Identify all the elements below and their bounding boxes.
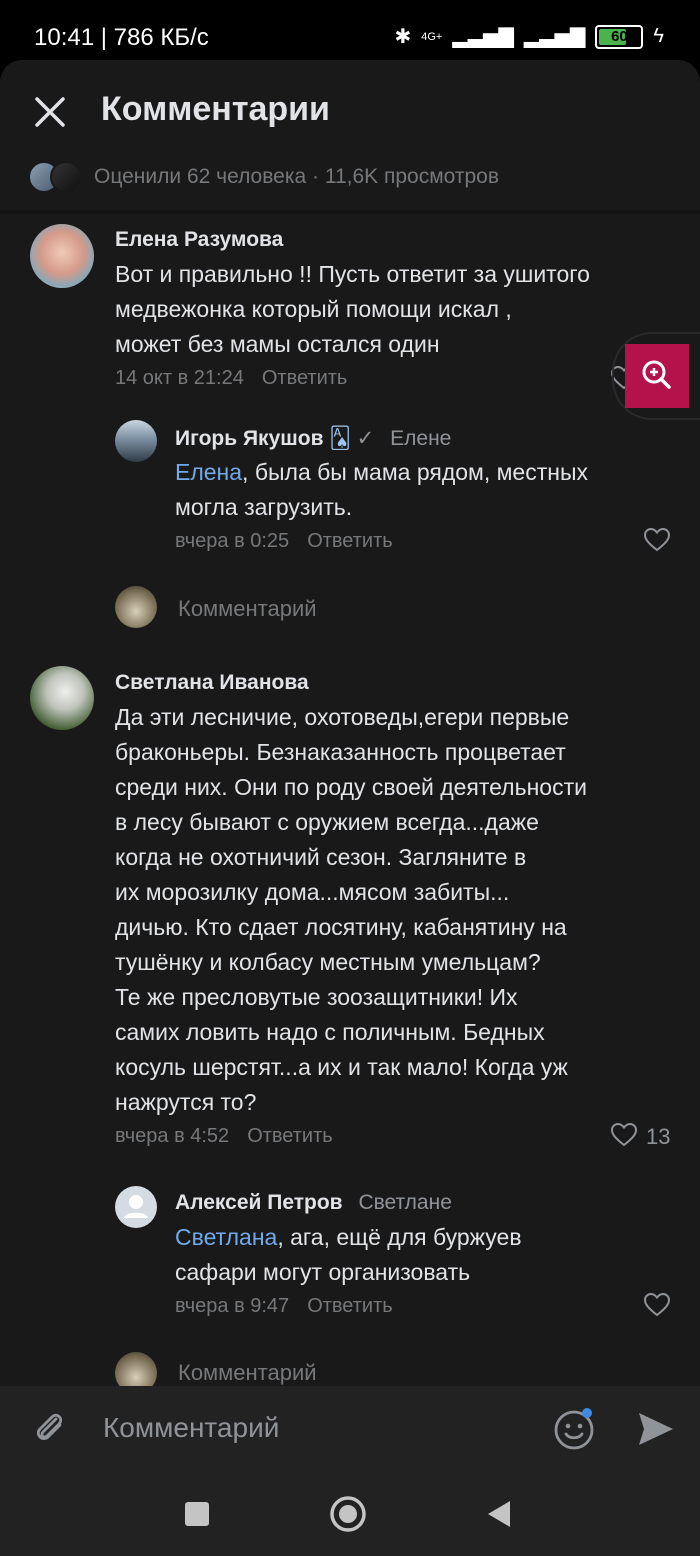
comment-time: 14 окт в 21:24: [115, 367, 244, 389]
signal-icon: ▂▃▅▇: [452, 26, 514, 48]
reply-meta: вчера в 9:47 Ответить: [175, 1295, 393, 1318]
emoji-icon[interactable]: [553, 1407, 597, 1451]
stats-row[interactable]: Оценили 62 человека · 11,6K просмотров: [28, 160, 499, 194]
reply-input-placeholder[interactable]: Комментарий: [178, 596, 317, 622]
reply-button[interactable]: Ответить: [262, 367, 348, 389]
stats-text: Оценили 62 человека · 11,6K просмотров: [94, 165, 499, 188]
avatar[interactable]: [115, 1186, 157, 1228]
like-count: 13: [646, 1124, 671, 1149]
network-label: 4G+: [421, 30, 443, 43]
comment-meta: вчера в 4:52 Ответить: [115, 1125, 333, 1148]
search-zoom-button[interactable]: [625, 344, 689, 408]
avatar[interactable]: [115, 420, 157, 462]
zoom-icon: [642, 360, 671, 389]
status-icons: ✱ 4G+ ▂▃▅▇ ▂▃▅▇ 60 ϟ: [394, 24, 664, 49]
avatar[interactable]: [30, 666, 94, 730]
verified-check-icon: ✓: [356, 427, 375, 450]
comment-input-bar: Комментарий: [0, 1386, 700, 1472]
comment-text: Да эти лесничие, охотоведы,егери первые …: [115, 704, 587, 1115]
reply-to: Светлане: [358, 1191, 452, 1214]
comment-author[interactable]: Светлана Иванова: [115, 671, 309, 695]
comment-input[interactable]: Комментарий: [103, 1412, 279, 1444]
reply-text: Елена, была бы мама рядом, местных могла …: [175, 459, 588, 520]
reply-button[interactable]: Ответить: [247, 1125, 333, 1147]
close-icon[interactable]: [34, 96, 66, 128]
signal-icon-2: ▂▃▅▇: [523, 26, 586, 48]
battery-icon: 60: [595, 24, 644, 49]
comment-meta: 14 окт в 21:24 Ответить: [115, 367, 347, 390]
reply-to: Елене: [390, 427, 452, 450]
divider: [0, 210, 700, 214]
charging-icon: ϟ: [653, 25, 664, 47]
own-avatar: [115, 1352, 157, 1386]
attach-icon[interactable]: [30, 1409, 70, 1449]
reply-time: вчера в 0:25: [175, 530, 290, 552]
back-icon[interactable]: [484, 1499, 514, 1529]
reply-text: Светлана, ага, ещё для буржуев сафари мог…: [175, 1224, 522, 1285]
reply-author[interactable]: Игорь Якушов 🂡 ✓ Елене: [175, 426, 451, 451]
like-icon[interactable]: [644, 528, 670, 552]
status-time: 10:41 | 786 КБ/с: [34, 24, 209, 51]
comment-author[interactable]: Елена Разумова: [115, 228, 283, 252]
cards-icon: 🂡: [329, 427, 351, 450]
reply-input-placeholder[interactable]: Комментарий: [178, 1360, 317, 1386]
mention-link[interactable]: Светлана: [175, 1224, 277, 1250]
reply-button[interactable]: Ответить: [307, 530, 393, 552]
own-avatar: [115, 586, 157, 628]
default-user-icon: [124, 1195, 148, 1218]
reply-time: вчера в 9:47: [175, 1295, 290, 1317]
recent-apps-icon[interactable]: [182, 1499, 212, 1529]
mention-link[interactable]: Елена: [175, 459, 242, 485]
home-icon[interactable]: [328, 1494, 368, 1534]
like-icon[interactable]: [611, 1123, 637, 1147]
liker-avatar: [50, 161, 82, 193]
page-title: Комментарии: [101, 90, 330, 128]
comment-text: Вот и правильно !! Пусть ответит за ушит…: [115, 261, 590, 357]
bluetooth-icon: ✱: [394, 26, 412, 48]
reply-author[interactable]: Алексей Петров Светлане: [175, 1191, 452, 1215]
send-icon[interactable]: [636, 1409, 676, 1449]
reply-button[interactable]: Ответить: [307, 1295, 393, 1317]
comments-sheet: Комментарии Оценили 62 человека · 11,6K …: [0, 60, 700, 1386]
comment-time: вчера в 4:52: [115, 1125, 230, 1147]
system-nav-bar: [0, 1472, 700, 1556]
avatar[interactable]: [30, 224, 94, 288]
reply-meta: вчера в 0:25 Ответить: [175, 530, 393, 553]
like-icon[interactable]: [644, 1293, 670, 1317]
header: Комментарии: [0, 60, 700, 160]
